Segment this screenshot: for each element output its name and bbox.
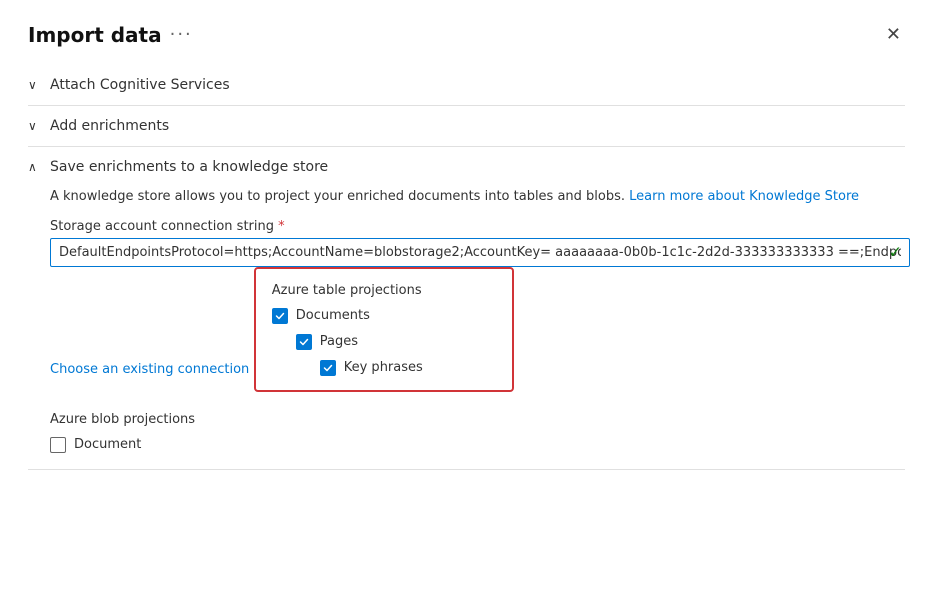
choose-existing-connection-link[interactable]: Choose an existing connection [50,362,249,377]
close-button[interactable]: ✕ [882,20,905,49]
knowledge-store-description: A knowledge store allows you to project … [50,187,905,207]
pages-checkbox[interactable] [296,334,312,350]
check-icon: ✓ [889,243,902,262]
add-enrichments-section: ∨ Add enrichments [28,106,905,147]
azure-table-projections-box: Azure table projections Documents [254,267,514,392]
blob-document-checkbox-item: Document [50,437,905,453]
add-enrichments-title: Add enrichments [50,118,169,134]
chevron-down-icon-2: ∨ [28,119,42,133]
panel-ellipsis: ··· [170,24,193,45]
documents-checkbox[interactable] [272,308,288,324]
chevron-up-icon: ∧ [28,160,42,174]
azure-table-projections-title: Azure table projections [272,283,496,298]
title-row: Import data ··· [28,23,193,47]
cognitive-services-header[interactable]: ∨ Attach Cognitive Services [28,65,905,105]
blob-document-checkbox[interactable] [50,437,66,453]
import-data-panel: Import data ··· ✕ ∨ Attach Cognitive Ser… [0,0,933,610]
cognitive-services-title: Attach Cognitive Services [50,77,230,93]
key-phrases-checkbox[interactable] [320,360,336,376]
key-phrases-checkbox-item: Key phrases [320,360,496,376]
learn-more-link[interactable]: Learn more about Knowledge Store [629,189,859,204]
documents-checkbox-item: Documents [272,308,496,324]
pages-checkbox-item: Pages [296,334,496,350]
knowledge-store-title: Save enrichments to a knowledge store [50,159,328,175]
panel-header: Import data ··· ✕ [28,20,905,49]
azure-blob-title: Azure blob projections [50,412,905,427]
documents-label: Documents [296,308,370,323]
panel-title: Import data [28,23,162,47]
cognitive-services-section: ∨ Attach Cognitive Services [28,65,905,106]
chevron-down-icon: ∨ [28,78,42,92]
connection-string-label: Storage account connection string * [50,219,905,234]
blob-document-label: Document [74,437,141,452]
connection-string-input[interactable] [50,238,910,267]
azure-blob-projections-section: Azure blob projections Document [50,412,905,453]
knowledge-store-content: A knowledge store allows you to project … [28,187,905,469]
pages-label: Pages [320,334,358,349]
knowledge-store-section: ∧ Save enrichments to a knowledge store … [28,147,905,470]
connection-string-wrapper: ✓ [50,238,910,267]
knowledge-store-header[interactable]: ∧ Save enrichments to a knowledge store [28,147,905,187]
add-enrichments-header[interactable]: ∨ Add enrichments [28,106,905,146]
key-phrases-label: Key phrases [344,360,423,375]
